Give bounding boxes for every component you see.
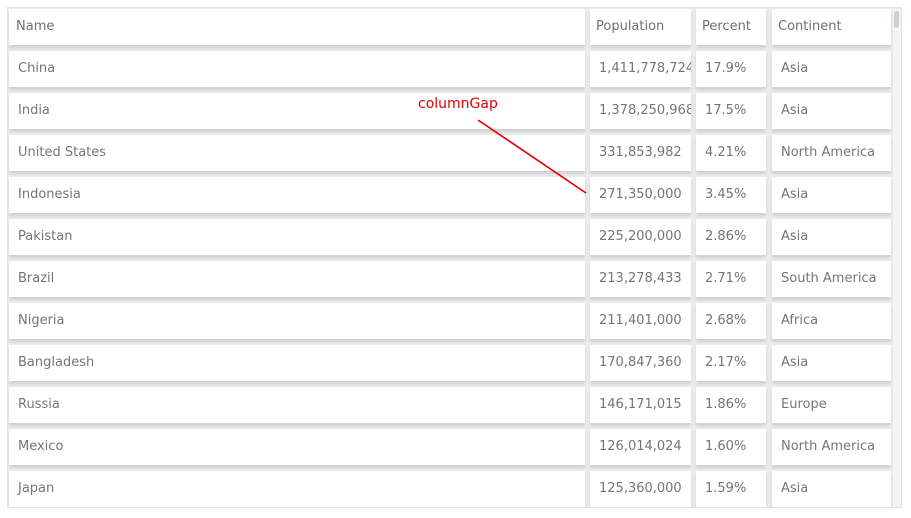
cell-continent[interactable]: Asia [772, 177, 891, 213]
cell-percent[interactable]: 2.17% [696, 345, 766, 381]
cell-percent[interactable]: 2.68% [696, 303, 766, 339]
column-header-continent[interactable]: Continent [772, 9, 891, 45]
cell-continent[interactable]: Africa [772, 303, 891, 339]
cell-name[interactable]: Bangladesh [9, 345, 585, 381]
cell-continent[interactable]: Asia [772, 345, 891, 381]
cell-population[interactable]: 170,847,360 [590, 345, 691, 381]
cell-name[interactable]: China [9, 51, 585, 87]
cell-population[interactable]: 211,401,000 [590, 303, 691, 339]
cell-continent[interactable]: Asia [772, 219, 891, 255]
cell-population[interactable]: 331,853,982 [590, 135, 691, 171]
cell-name[interactable]: United States [9, 135, 585, 171]
cell-percent[interactable]: 17.5% [696, 93, 766, 129]
cell-continent[interactable]: Asia [772, 51, 891, 87]
cell-name[interactable]: Nigeria [9, 303, 585, 339]
cell-continent[interactable]: Europe [772, 387, 891, 423]
cell-percent[interactable]: 2.71% [696, 261, 766, 297]
data-grid: Name Population Percent Continent China 1… [7, 7, 902, 508]
cell-population[interactable]: 125,360,000 [590, 471, 691, 507]
cell-continent[interactable]: Asia [772, 471, 891, 507]
column-header-percent[interactable]: Percent [696, 9, 766, 45]
cell-percent[interactable]: 17.9% [696, 51, 766, 87]
cell-population[interactable]: 225,200,000 [590, 219, 691, 255]
cell-population[interactable]: 126,014,024 [590, 429, 691, 465]
cell-continent[interactable]: North America [772, 429, 891, 465]
cell-continent[interactable]: South America [772, 261, 891, 297]
cell-name[interactable]: Mexico [9, 429, 585, 465]
cell-population[interactable]: 213,278,433 [590, 261, 691, 297]
cell-name[interactable]: Indonesia [9, 177, 585, 213]
cell-name[interactable]: Japan [9, 471, 585, 507]
annotation-label: columnGap [418, 96, 498, 112]
cell-continent[interactable]: North America [772, 135, 891, 171]
cell-population[interactable]: 146,171,015 [590, 387, 691, 423]
scrollbar-thumb[interactable] [894, 11, 899, 28]
cell-percent[interactable]: 3.45% [696, 177, 766, 213]
cell-population[interactable]: 1,378,250,968 [590, 93, 691, 129]
cell-population[interactable]: 1,411,778,724 [590, 51, 691, 87]
cell-percent[interactable]: 4.21% [696, 135, 766, 171]
column-header-name[interactable]: Name [9, 9, 585, 45]
cell-name[interactable]: India [9, 93, 585, 129]
column-header-population[interactable]: Population [590, 9, 691, 45]
cell-continent[interactable]: Asia [772, 93, 891, 129]
vertical-scrollbar[interactable] [893, 9, 901, 507]
cell-name[interactable]: Pakistan [9, 219, 585, 255]
cell-population[interactable]: 271,350,000 [590, 177, 691, 213]
cell-name[interactable]: Brazil [9, 261, 585, 297]
cell-percent[interactable]: 1.59% [696, 471, 766, 507]
cell-percent[interactable]: 1.86% [696, 387, 766, 423]
cell-percent[interactable]: 2.86% [696, 219, 766, 255]
cell-name[interactable]: Russia [9, 387, 585, 423]
cell-percent[interactable]: 1.60% [696, 429, 766, 465]
